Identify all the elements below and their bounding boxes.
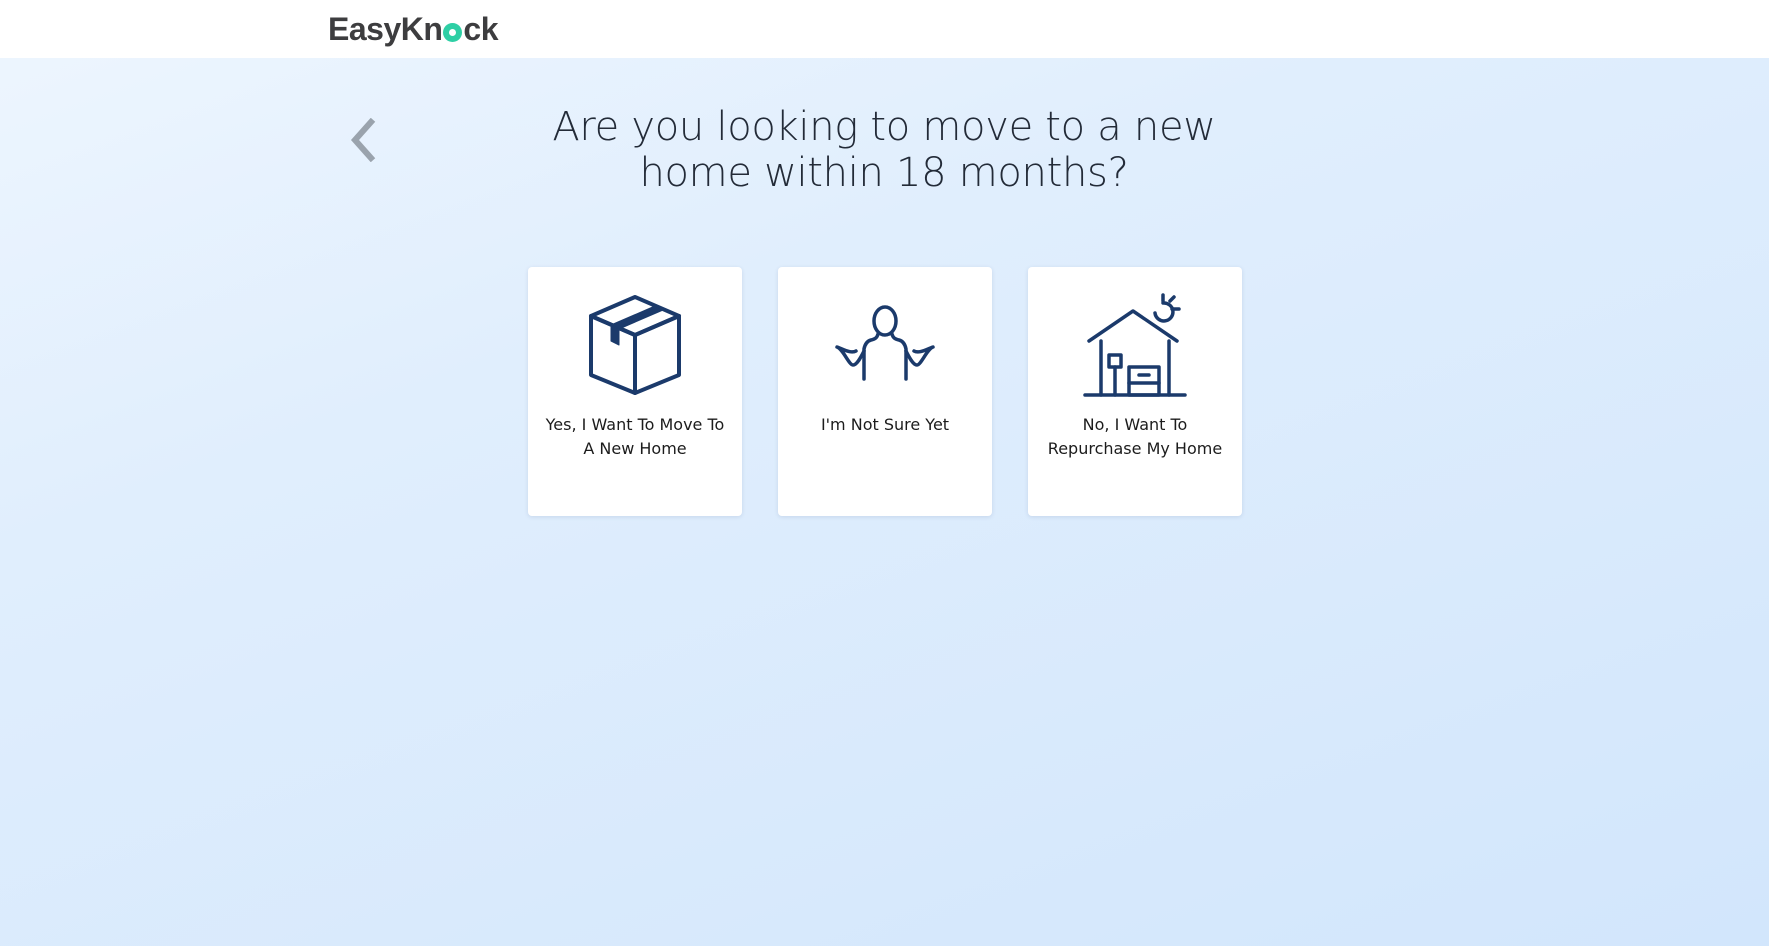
question-line-2: home within 18 months?: [639, 150, 1129, 196]
shrugging-person-icon: [830, 293, 940, 397]
option-card-move[interactable]: Yes, I Want To Move To A New Home: [528, 267, 742, 516]
option-card-repurchase[interactable]: No, I Want To Repurchase My Home: [1028, 267, 1242, 516]
moving-box-icon: [580, 293, 690, 397]
logo-text-start: EasyKn: [328, 10, 443, 47]
option-card-not-sure[interactable]: I'm Not Sure Yet: [778, 267, 992, 516]
chevron-left-icon: [350, 118, 376, 162]
easyknock-logo[interactable]: EasyKn ck: [328, 9, 498, 49]
house-with-sun-icon: [1080, 293, 1190, 397]
option-label-not-sure: I'm Not Sure Yet: [820, 415, 950, 434]
question-heading: Are you looking to move to a new home wi…: [484, 104, 1284, 196]
logo-o-mark-icon: [443, 23, 463, 42]
option-label-move: Yes, I Want To Move To A New Home: [545, 415, 725, 458]
option-label-repurchase: No, I Want To Repurchase My Home: [1047, 415, 1223, 458]
back-button[interactable]: [340, 112, 384, 168]
top-header: EasyKn ck: [0, 0, 1769, 58]
logo-text-end: ck: [463, 10, 498, 47]
question-line-1: Are you looking to move to a new: [552, 104, 1216, 150]
